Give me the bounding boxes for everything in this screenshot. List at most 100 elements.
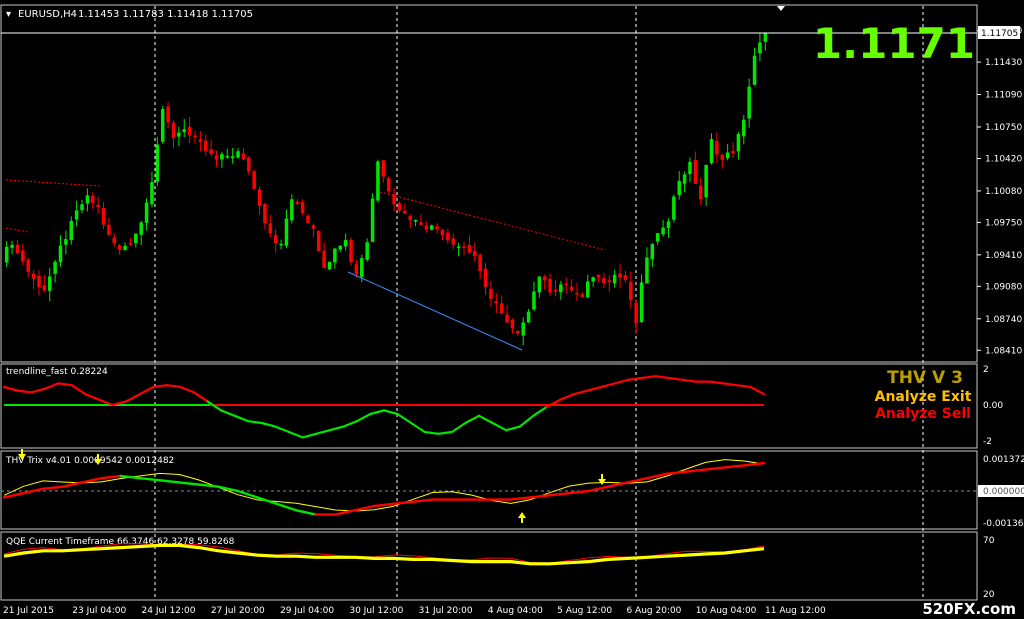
candle-body — [397, 202, 402, 211]
price-label-4: 1.10420 — [985, 154, 1022, 164]
time-label-4: 29 Jul 04:00 — [280, 606, 334, 616]
candle-body — [64, 239, 68, 245]
candle-body — [575, 293, 579, 295]
ind2-tick-top: 0.001372 — [983, 455, 1024, 465]
candle-body — [494, 301, 499, 304]
candle-body — [424, 225, 429, 230]
candle-body — [204, 140, 208, 152]
candle-body — [150, 182, 154, 205]
candle-body — [634, 303, 638, 324]
chart-window: ▾ EURUSD,H4 1.11453 1.11783 1.11418 1.11… — [0, 0, 1024, 619]
candle-body — [47, 276, 52, 291]
candle-body — [736, 133, 741, 152]
candle-body — [564, 283, 568, 286]
candle-body — [580, 294, 585, 298]
candle-body — [602, 277, 606, 284]
candle-body — [101, 207, 106, 225]
candle-body — [516, 330, 520, 334]
candle-body — [403, 210, 407, 214]
candle-body — [91, 195, 95, 203]
candle-body — [429, 225, 434, 230]
price-label-5: 1.10080 — [985, 187, 1022, 197]
price-label-10: 1.08410 — [985, 346, 1022, 356]
candle-body — [526, 311, 531, 323]
candle-body — [607, 280, 612, 283]
candle-body — [220, 154, 224, 160]
candle-body — [263, 203, 267, 224]
chart-symbol: EURUSD,H4 — [18, 9, 77, 20]
candle-body — [349, 239, 353, 263]
candle-body — [128, 243, 133, 245]
candle-body — [446, 232, 450, 241]
candle-body — [591, 277, 595, 282]
candle-body — [370, 198, 375, 242]
candle-body — [510, 319, 515, 329]
candle-body — [505, 314, 509, 323]
thv-analyze-sell: Analyze Sell — [875, 406, 971, 422]
time-label-1: 23 Jul 04:00 — [72, 606, 126, 616]
candle-body — [386, 178, 391, 192]
candle-body — [542, 276, 547, 281]
candle-body — [725, 152, 730, 159]
chart-header-marker: ▾ — [6, 9, 11, 20]
candle-body — [187, 126, 192, 136]
ind1-tick-top: 2 — [983, 365, 989, 375]
candle-body — [279, 243, 283, 246]
candle-body — [381, 160, 386, 177]
candle-body — [31, 273, 36, 279]
time-label-7: 4 Aug 04:00 — [488, 606, 543, 616]
time-label-2: 24 Jul 12:00 — [142, 606, 196, 616]
price-label-3: 1.10750 — [985, 123, 1022, 133]
indicator2-label: THV Trix v4.01 0.0009542 0.0012482 — [5, 456, 174, 466]
candle-body — [467, 245, 472, 253]
candle-body — [311, 225, 316, 229]
price-label-9: 1.08740 — [985, 315, 1022, 325]
candle-body — [306, 215, 310, 223]
candle-body — [295, 201, 299, 204]
candle-body — [478, 254, 482, 272]
candle-body — [413, 219, 418, 222]
candle-body — [489, 288, 493, 299]
thv-analyze-exit: Analyze Exit — [875, 389, 972, 405]
candle-body — [230, 156, 235, 159]
candle-body — [160, 108, 165, 142]
candle-body — [209, 149, 213, 155]
candle-body — [166, 106, 170, 123]
indicator1-label: trendline_fast 0.28224 — [6, 367, 108, 377]
time-label-5: 30 Jul 12:00 — [349, 606, 403, 616]
candle-body — [198, 139, 203, 142]
candle-body — [343, 239, 348, 247]
candle-body — [4, 246, 9, 263]
candle-body — [10, 244, 14, 248]
watermark: 520FX.com — [922, 600, 1016, 618]
candle-body — [252, 171, 256, 189]
ind3-tick-top: 70 — [983, 536, 995, 546]
candle-body — [709, 139, 714, 164]
thv-title: THV V 3 — [887, 368, 963, 388]
time-label-8: 5 Aug 12:00 — [557, 606, 612, 616]
candle-body — [322, 250, 326, 268]
candle-body — [596, 274, 601, 278]
candle-body — [645, 257, 649, 284]
candle-body — [193, 135, 197, 138]
candle-body — [747, 86, 751, 119]
candle-body — [327, 261, 332, 270]
candle-body — [225, 155, 230, 158]
candle-body — [682, 174, 687, 184]
candle-body — [569, 286, 574, 291]
candle-body — [214, 155, 219, 160]
candle-body — [144, 202, 149, 223]
ind1-tick-mid: 0.00 — [983, 401, 1003, 411]
candle-body — [268, 223, 273, 234]
candle-body — [37, 275, 41, 288]
candle-body — [257, 189, 262, 207]
candle-body — [365, 242, 369, 260]
candle-body — [123, 245, 127, 251]
candle-body — [42, 285, 47, 291]
indicator3-label: QQE Current Timeframe 66.3746 62.3278 59… — [6, 537, 235, 547]
candle-body — [677, 180, 681, 196]
candle-body — [300, 202, 305, 214]
candle-body — [236, 151, 240, 158]
candle-body — [96, 204, 100, 207]
candle-body — [548, 279, 552, 293]
